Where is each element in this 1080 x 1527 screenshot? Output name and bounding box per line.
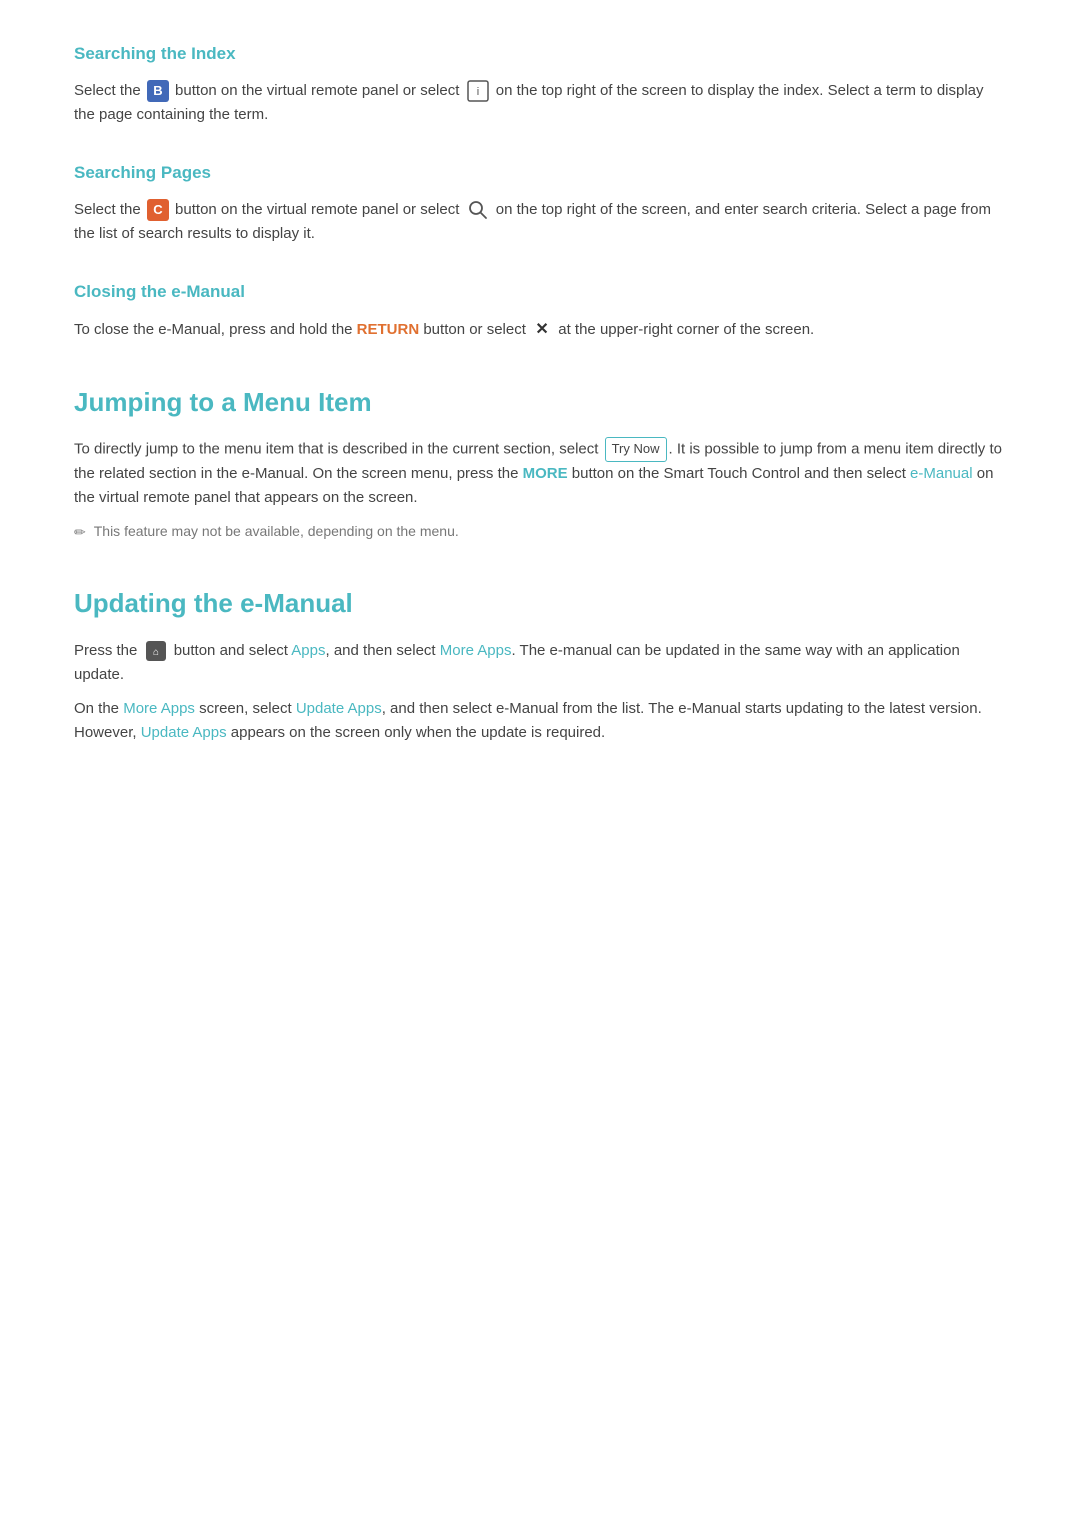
searching-index-section: Searching the Index Select the B button … [74,40,1006,127]
closing-manual-section: Closing the e-Manual To close the e-Manu… [74,278,1006,341]
updating-section: Updating the e-Manual Press the ⌂ button… [74,583,1006,745]
jumping-paragraph: To directly jump to the menu item that i… [74,437,1006,510]
more-apps-link[interactable]: More Apps [440,642,512,659]
svg-text:⌂: ⌂ [153,647,159,658]
jumping-section: Jumping to a Menu Item To directly jump … [74,382,1006,544]
searching-index-paragraph: Select the B button on the virtual remot… [74,79,1006,127]
more-apps-link-2[interactable]: More Apps [123,700,195,717]
emanual-link[interactable]: e-Manual [910,465,973,482]
smarthub-icon: ⌂ [144,639,168,663]
svg-text:i: i [476,86,478,98]
update-apps-link-2[interactable]: Update Apps [141,724,227,741]
search-magnify-icon [466,198,490,222]
c-button-icon: C [147,199,169,221]
closing-manual-title: Closing the e-Manual [74,278,1006,305]
more-keyword: MORE [523,465,568,482]
update-apps-link[interactable]: Update Apps [296,700,382,717]
updating-paragraph-2: On the More Apps screen, select Update A… [74,697,1006,745]
searching-pages-paragraph: Select the C button on the virtual remot… [74,198,1006,246]
updating-paragraph-1: Press the ⌂ button and select Apps, and … [74,639,1006,687]
closing-manual-paragraph: To close the e-Manual, press and hold th… [74,318,1006,342]
searching-pages-section: Searching Pages Select the C button on t… [74,159,1006,246]
b-button-icon: B [147,80,169,102]
note-row: ✏ This feature may not be available, dep… [74,520,1006,543]
searching-pages-title: Searching Pages [74,159,1006,186]
jumping-title: Jumping to a Menu Item [74,382,1006,424]
try-now-badge[interactable]: Try Now [605,437,667,462]
note-text: This feature may not be available, depen… [94,520,459,542]
pencil-icon: ✏ [74,521,86,543]
close-x-icon: ✕ [532,320,552,340]
return-keyword: RETURN [357,321,420,338]
searching-index-title: Searching the Index [74,40,1006,67]
updating-title: Updating the e-Manual [74,583,1006,625]
index-icon: i [466,79,490,103]
apps-link[interactable]: Apps [291,642,325,659]
